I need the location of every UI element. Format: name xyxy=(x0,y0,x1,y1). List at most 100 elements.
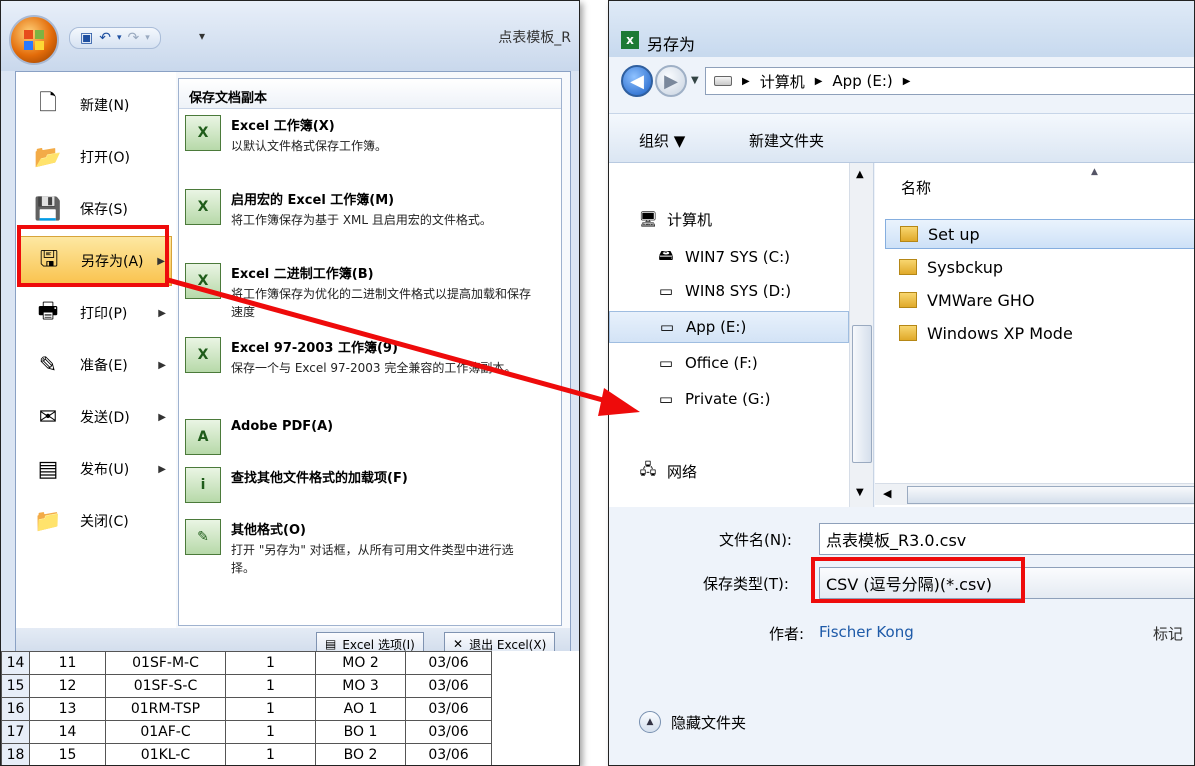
drive-icon xyxy=(714,76,732,86)
breadcrumb-separator-icon[interactable]: ▶ xyxy=(903,76,911,87)
menu-item-1[interactable]: 📂 打开(O) xyxy=(20,132,172,182)
cell[interactable]: 01SF-M-C xyxy=(105,651,226,675)
worksheet-grid[interactable]: 14 11 01SF-M-C 1 MO 2 03/06 15 12 01SF-S-C 1 MO 30… xyxy=(1,651,579,765)
author-value[interactable]: Fischer Kong xyxy=(819,623,914,641)
excel-macro-icon: X xyxy=(185,189,221,225)
scrollbar-thumb[interactable] xyxy=(852,325,872,463)
cell[interactable]: 1 xyxy=(225,674,316,698)
save-format-item-3[interactable]: X Excel 97-2003 工作簿(9) 保存一个与 Excel 97-2003… xyxy=(185,337,557,377)
send-icon: ✉ xyxy=(38,404,58,430)
cell[interactable]: 01AF-C xyxy=(105,720,226,744)
nav-item-5[interactable]: ▭ Private (G:) xyxy=(609,383,849,415)
column-header-name[interactable]: 名称 xyxy=(901,177,931,198)
menu-item-4[interactable]: 🖶 打印(P) ▶ xyxy=(20,288,172,338)
cell[interactable]: 03/06 xyxy=(405,651,492,675)
dialog-title: 另存为 xyxy=(647,35,696,54)
new-folder-button[interactable]: 新建文件夹 xyxy=(749,130,824,151)
nav-item-0[interactable]: 🖥 计算机 xyxy=(609,203,849,235)
list-item[interactable]: Windows XP Mode xyxy=(885,318,1194,348)
breadcrumb-app-drive[interactable]: App (E:) xyxy=(832,72,892,90)
menu-item-label: 发送(D) xyxy=(80,410,130,426)
scroll-down-icon[interactable]: ▼ xyxy=(856,487,864,498)
list-item[interactable]: VMWare GHO xyxy=(885,285,1194,315)
recent-locations-icon[interactable]: ▼ xyxy=(691,75,699,86)
cell[interactable]: 1 xyxy=(225,697,316,721)
menu-item-5[interactable]: ✎ 准备(E) ▶ xyxy=(20,340,172,390)
save-format-item-4[interactable]: A Adobe PDF(A) xyxy=(185,419,557,455)
address-bar[interactable]: ▶ 计算机 ▶ App (E:) ▶ xyxy=(705,67,1194,95)
customize-qat-icon[interactable]: ▾ xyxy=(199,29,205,43)
cell[interactable]: 03/06 xyxy=(405,674,492,698)
folder-icon xyxy=(900,226,918,242)
navigation-scrollbar[interactable]: ▲ ▼ xyxy=(849,163,873,507)
menu-item-0[interactable]: 🗋 新建(N) xyxy=(20,80,172,130)
save-icon[interactable]: ▣ xyxy=(80,30,93,46)
organize-button[interactable]: 组织 ▼ xyxy=(639,130,685,151)
cell[interactable]: 03/06 xyxy=(405,743,492,765)
office-button[interactable] xyxy=(9,15,59,65)
forward-button[interactable]: ▶ xyxy=(655,65,687,97)
cell[interactable]: 1 xyxy=(225,743,316,765)
list-item[interactable]: Set up xyxy=(885,219,1194,249)
hide-folders-button[interactable]: ▲ 隐藏文件夹 xyxy=(639,711,746,733)
menu-item-6[interactable]: ✉ 发送(D) ▶ xyxy=(20,392,172,442)
cell[interactable]: AO 1 xyxy=(315,697,406,721)
nav-item-2[interactable]: ▭ WIN8 SYS (D:) xyxy=(609,275,849,307)
file-list-hscrollbar[interactable]: ◀ xyxy=(875,483,1194,505)
nav-item-label: 计算机 xyxy=(667,210,713,229)
menu-item-7[interactable]: ▤ 发布(U) ▶ xyxy=(20,444,172,494)
cell[interactable]: 03/06 xyxy=(405,720,492,744)
undo-icon[interactable]: ↶ xyxy=(99,30,111,46)
hscrollbar-thumb[interactable] xyxy=(907,486,1194,504)
cell[interactable]: 12 xyxy=(29,674,106,698)
nav-item-3[interactable]: ▭ App (E:) xyxy=(609,311,849,343)
row-header[interactable]: 16 xyxy=(1,697,30,721)
worksheet-table: 14 11 01SF-M-C 1 MO 2 03/06 15 12 01SF-S-C 1 MO 30… xyxy=(1,651,492,765)
row-header[interactable]: 14 xyxy=(1,651,30,675)
nav-item-6[interactable]: 🖧 网络 xyxy=(609,455,849,487)
save-format-item-1[interactable]: X 启用宏的 Excel 工作簿(M) 将工作簿保存为基于 XML 且启用宏的文件格… xyxy=(185,189,557,229)
nav-item-4[interactable]: ▭ Office (F:) xyxy=(609,347,849,379)
cell[interactable]: BO 2 xyxy=(315,743,406,765)
submenu-arrow-icon: ▶ xyxy=(158,463,166,475)
save-format-item-5[interactable]: i 查找其他文件格式的加载项(F) xyxy=(185,467,557,503)
save-format-item-6[interactable]: ✎ 其他格式(O) 打开 "另存为" 对话框，从所有可用文件类型中进行选择。 xyxy=(185,519,557,577)
redo-icon[interactable]: ↷ xyxy=(128,30,140,46)
row-header[interactable]: 18 xyxy=(1,743,30,765)
folder-icon xyxy=(899,259,917,275)
cell[interactable]: 11 xyxy=(29,651,106,675)
row-header[interactable]: 15 xyxy=(1,674,30,698)
menu-item-8[interactable]: 📁 关闭(C) xyxy=(20,496,172,546)
cell[interactable]: MO 2 xyxy=(315,651,406,675)
list-item[interactable]: Sysbckup xyxy=(885,252,1194,282)
save-format-text: 其他格式(O) 打开 "另存为" 对话框，从所有可用文件类型中进行选择。 xyxy=(231,519,531,577)
row-header[interactable]: 17 xyxy=(1,720,30,744)
back-button[interactable]: ◀ xyxy=(621,65,653,97)
cell[interactable]: BO 1 xyxy=(315,720,406,744)
tags-label: 标记 xyxy=(1153,625,1184,643)
save-format-item-2[interactable]: X Excel 二进制工作簿(B) 将工作簿保存为优化的二进制文件格式以提高加载和保… xyxy=(185,263,557,321)
nav-item-label: 网络 xyxy=(667,462,698,481)
redo-dropdown-icon[interactable]: ▾ xyxy=(145,33,150,43)
breadcrumb-separator-icon: ▶ xyxy=(742,75,750,87)
filename-input[interactable]: 点表模板_R3.0.csv xyxy=(819,523,1194,555)
cell[interactable]: 14 xyxy=(29,720,106,744)
breadcrumb-computer[interactable]: 计算机 xyxy=(760,71,805,92)
save-format-item-0[interactable]: X Excel 工作簿(X) 以默认文件格式保存工作簿。 xyxy=(185,115,557,155)
undo-dropdown-icon[interactable]: ▾ xyxy=(117,33,122,43)
cell[interactable]: 01SF-S-C xyxy=(105,674,226,698)
collapse-up-icon: ▲ xyxy=(639,711,661,733)
cell[interactable]: 15 xyxy=(29,743,106,765)
nav-item-1[interactable]: 🖴 WIN7 SYS (C:) xyxy=(609,241,849,273)
close-doc-icon: 📁 xyxy=(34,508,62,534)
cell[interactable]: 1 xyxy=(225,651,316,675)
scroll-left-icon[interactable]: ◀ xyxy=(883,487,891,500)
cell[interactable]: 13 xyxy=(29,697,106,721)
cell[interactable]: 01KL-C xyxy=(105,743,226,765)
submenu-arrow-icon: ▶ xyxy=(158,411,166,423)
cell[interactable]: 1 xyxy=(225,720,316,744)
cell[interactable]: 01RM-TSP xyxy=(105,697,226,721)
cell[interactable]: 03/06 xyxy=(405,697,492,721)
scroll-up-icon[interactable]: ▲ xyxy=(856,169,864,180)
cell[interactable]: MO 3 xyxy=(315,674,406,698)
